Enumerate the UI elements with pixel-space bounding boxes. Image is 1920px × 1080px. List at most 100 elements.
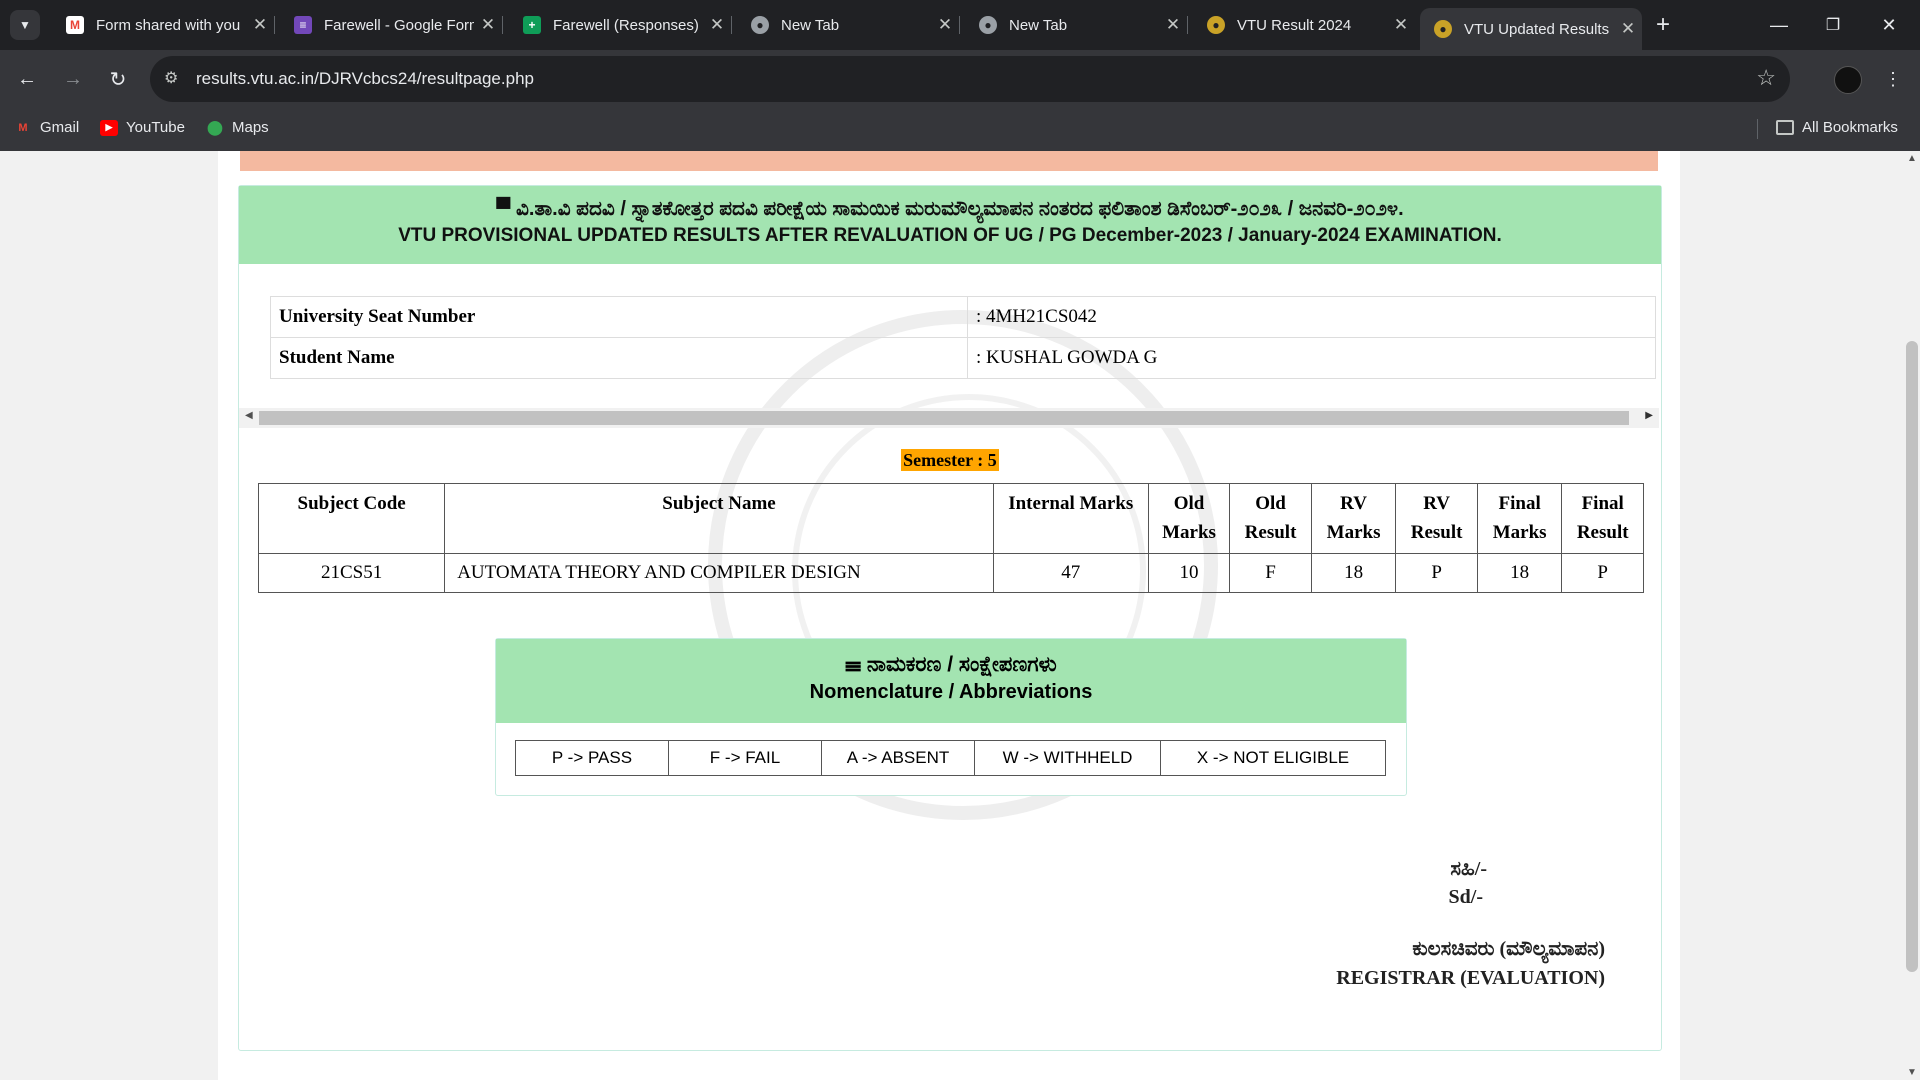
orange-banner-strip xyxy=(240,151,1658,171)
column-header: Subject Name xyxy=(444,483,994,554)
scroll-right-icon[interactable]: ▶ xyxy=(1645,410,1653,421)
nomenclature-panel: ☰ ನಾಮಕರಣ / ಸಂಕ್ಷೇಪಣಗಳು Nomenclature / Ab… xyxy=(495,638,1407,796)
tab-new-tab-1[interactable]: ● New Tab ✕ xyxy=(737,8,960,42)
tab-vtu-result-2024[interactable]: ● VTU Result 2024 ✕ xyxy=(1193,8,1415,42)
tab-farewell-responses[interactable]: + Farewell (Responses) ✕ xyxy=(509,8,732,42)
back-button[interactable]: ← xyxy=(12,64,42,94)
monitor-icon: ▀ xyxy=(496,198,517,220)
list-icon: ☰ xyxy=(845,653,867,676)
result-header: ▀ ವಿ.ತಾ.ವಿ ಪದವಿ / ಸ್ನಾತಕೋತ್ತರ ಪದವಿ ಪರೀಕ್… xyxy=(239,186,1661,264)
nomenclature-title-kannada: ನಾಮಕರಣ / ಸಂಕ್ಷೇಪಣಗಳು xyxy=(866,653,1057,676)
close-tab-icon[interactable]: ✕ xyxy=(474,15,502,35)
result-card: ▀ ವಿ.ತಾ.ವಿ ಪದವಿ / ಸ್ನಾತಕೋತ್ತರ ಪದವಿ ಪರೀಕ್… xyxy=(238,185,1662,1051)
tab-search-button[interactable]: ▼ xyxy=(10,10,40,40)
all-bookmarks[interactable]: All Bookmarks xyxy=(1776,119,1898,136)
chrome-icon: ● xyxy=(751,16,769,34)
column-header: Final Marks xyxy=(1476,483,1563,554)
column-header: Final Result xyxy=(1561,483,1644,554)
student-info-table: University Seat Number : 4MH21CS042 Stud… xyxy=(270,296,1656,379)
close-window-button[interactable]: ✕ xyxy=(1866,0,1912,50)
usn-label: University Seat Number xyxy=(270,296,968,338)
registrar-english: REGISTRAR (EVALUATION) xyxy=(1336,967,1605,989)
marks-table: Subject Code Subject Name Internal Marks… xyxy=(257,483,1644,593)
nomenclature-header: ☰ ನಾಮಕರಣ / ಸಂಕ್ಷೇಪಣಗಳು Nomenclature / Ab… xyxy=(496,639,1406,723)
youtube-icon: ▶ xyxy=(100,119,118,136)
abbr-not-eligible: X -> NOT ELIGIBLE xyxy=(1160,740,1386,776)
page-viewport: ▀ ವಿ.ತಾ.ವಿ ಪದವಿ / ಸ್ನಾತಕೋತ್ತರ ಪದವಿ ಪರೀಕ್… xyxy=(0,151,1904,1080)
vtu-icon: ● xyxy=(1434,20,1452,38)
forward-button[interactable]: → xyxy=(58,64,88,94)
abbr-withheld: W -> WITHHELD xyxy=(974,740,1161,776)
restore-button[interactable]: ❐ xyxy=(1810,0,1856,50)
horizontal-scrollbar[interactable]: ◀ ▶ xyxy=(239,408,1659,428)
bookmark-maps[interactable]: ⬤ Maps xyxy=(206,119,269,136)
close-tab-icon[interactable]: ✕ xyxy=(931,15,959,35)
tab-vtu-updated-results[interactable]: ● VTU Updated Results ✕ xyxy=(1420,8,1642,50)
signature-sd-english: Sd/- xyxy=(1448,886,1483,908)
internal-marks-cell: 47 xyxy=(992,553,1149,593)
browser-toolbar: ← → ↻ ⚙ results.vtu.ac.in/DJRVcbcs24/res… xyxy=(0,50,1920,108)
column-header: Old Result xyxy=(1229,483,1312,554)
bookmarks-divider xyxy=(1757,119,1758,139)
table-row: Student Name : KUSHAL GOWDA G xyxy=(270,337,1656,379)
scrollbar-thumb[interactable] xyxy=(259,411,1629,425)
minimize-button[interactable]: — xyxy=(1756,0,1802,50)
vertical-scrollbar[interactable]: ▲ ▼ xyxy=(1904,151,1920,1080)
tab-strip: ▼ M Form shared with you ✕ ≡ Farewell - … xyxy=(0,0,1920,50)
final-result-cell: P xyxy=(1561,553,1644,593)
rv-marks-cell: 18 xyxy=(1310,553,1397,593)
header-kannada: ವಿ.ತಾ.ವಿ ಪದವಿ / ಸ್ನಾತಕೋತ್ತರ ಪದವಿ ಪರೀಕ್ಷೆ… xyxy=(516,198,1404,220)
rv-result-cell: P xyxy=(1395,553,1478,593)
chrome-icon: ● xyxy=(979,16,997,34)
tab-new-tab-2[interactable]: ● New Tab ✕ xyxy=(965,8,1188,42)
maps-pin-icon: ⬤ xyxy=(207,119,223,135)
bookmark-youtube[interactable]: ▶ YouTube xyxy=(100,119,185,136)
scroll-left-icon[interactable]: ◀ xyxy=(245,410,253,421)
close-tab-icon[interactable]: ✕ xyxy=(703,15,731,35)
column-header: Old Marks xyxy=(1147,483,1231,554)
table-row: University Seat Number : 4MH21CS042 xyxy=(270,296,1656,338)
column-header: RV Marks xyxy=(1310,483,1397,554)
subject-name-cell: AUTOMATA THEORY AND COMPILER DESIGN xyxy=(444,553,994,593)
gmail-icon: M xyxy=(66,16,84,34)
abbr-pass: P -> PASS xyxy=(515,740,669,776)
bookmark-gmail[interactable]: M Gmail xyxy=(14,119,79,136)
profile-avatar[interactable] xyxy=(1834,66,1862,94)
folder-icon xyxy=(1776,120,1794,135)
menu-kebab-icon[interactable]: ⋮ xyxy=(1878,64,1908,94)
semester-label: Semester : 5 xyxy=(901,449,999,471)
close-tab-icon[interactable]: ✕ xyxy=(246,15,274,35)
final-marks-cell: 18 xyxy=(1476,553,1563,593)
abbreviations-table: P -> PASS F -> FAIL A -> ABSENT W -> WIT… xyxy=(515,740,1386,776)
abbr-fail: F -> FAIL xyxy=(668,740,822,776)
column-header: Internal Marks xyxy=(992,483,1149,554)
bookmarks-bar: M Gmail ▶ YouTube ⬤ Maps All Bookmarks xyxy=(0,108,1920,151)
scroll-up-icon[interactable]: ▲ xyxy=(1907,153,1917,164)
close-tab-icon[interactable]: ✕ xyxy=(1614,19,1642,39)
new-tab-button[interactable]: + xyxy=(1640,0,1686,50)
signature-sd-kannada: ಸಹಿ/- xyxy=(1450,858,1487,880)
vtu-icon: ● xyxy=(1207,16,1225,34)
forms-icon: ≡ xyxy=(294,16,312,34)
registrar-kannada: ಕುಲಸಚಿವರು (ಮೌಲ್ಯಮಾಪನ) xyxy=(1412,938,1605,960)
result-container: ▀ ವಿ.ತಾ.ವಿ ಪದವಿ / ಸ್ನಾತಕೋತ್ತರ ಪದವಿ ಪರೀಕ್… xyxy=(218,151,1680,1080)
table-header-row: Subject Code Subject Name Internal Marks… xyxy=(257,483,1644,554)
sheets-icon: + xyxy=(523,16,541,34)
nomenclature-title-english: Nomenclature / Abbreviations xyxy=(809,681,1093,703)
header-english: VTU PROVISIONAL UPDATED RESULTS AFTER RE… xyxy=(398,225,1502,246)
tab-form-shared[interactable]: M Form shared with you ✕ xyxy=(52,8,275,42)
url-text[interactable]: results.vtu.ac.in/DJRVcbcs24/resultpage.… xyxy=(196,69,534,89)
subject-code-cell: 21CS51 xyxy=(257,553,446,593)
scrollbar-thumb[interactable] xyxy=(1906,341,1918,972)
usn-value: : 4MH21CS042 xyxy=(967,296,1656,338)
scroll-down-icon[interactable]: ▼ xyxy=(1907,1067,1917,1078)
address-bar[interactable]: ⚙ results.vtu.ac.in/DJRVcbcs24/resultpag… xyxy=(150,56,1790,102)
reload-button[interactable]: ↻ xyxy=(103,64,133,94)
gmail-icon: M xyxy=(18,121,28,134)
bookmark-star-icon[interactable]: ☆ xyxy=(1756,65,1776,91)
tab-farewell-forms[interactable]: ≡ Farewell - Google Forms ✕ xyxy=(280,8,503,42)
close-tab-icon[interactable]: ✕ xyxy=(1387,15,1415,35)
close-tab-icon[interactable]: ✕ xyxy=(1159,15,1187,35)
site-info-icon[interactable]: ⚙ xyxy=(164,68,178,88)
column-header: Subject Code xyxy=(257,483,446,554)
